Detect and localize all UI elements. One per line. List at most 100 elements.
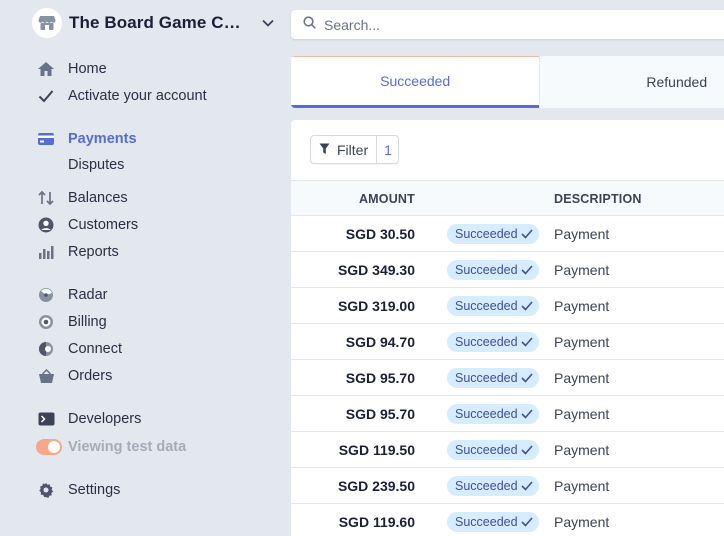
sidebar-item-label: Settings [68, 482, 121, 498]
sidebar-item-disputes[interactable]: Disputes [68, 154, 124, 176]
column-header-amount[interactable]: AMOUNT [359, 192, 415, 206]
description-cell: Payment [554, 334, 610, 350]
checkmark-icon [520, 229, 533, 239]
table-row[interactable]: SGD 319.00 Succeeded Payment [291, 288, 724, 324]
status-badge: Succeeded [447, 404, 539, 424]
sidebar-item-home[interactable]: Home [36, 58, 107, 80]
status-text: Succeeded [455, 263, 518, 277]
status-text: Succeeded [455, 443, 518, 457]
filter-button[interactable]: Filter 1 [310, 135, 399, 164]
status-text: Succeeded [455, 407, 518, 421]
tab-succeeded[interactable]: Succeeded [291, 56, 540, 108]
status-text: Succeeded [455, 371, 518, 385]
search-bar[interactable] [291, 10, 724, 39]
description-cell: Payment [554, 226, 610, 242]
status-text: Succeeded [455, 335, 518, 349]
amount-cell: SGD 119.60 [338, 514, 415, 530]
status-badge: Succeeded [447, 260, 539, 280]
table-row[interactable]: SGD 94.70 Succeeded Payment [291, 324, 724, 360]
sidebar-item-label: Billing [68, 314, 107, 330]
checkmark-icon [520, 409, 533, 419]
sidebar-item-settings[interactable]: Settings [36, 479, 120, 501]
sidebar-item-customers[interactable]: Customers [36, 214, 138, 236]
status-text: Succeeded [455, 479, 518, 493]
filter-icon [319, 142, 330, 158]
balances-icon [36, 189, 56, 207]
sidebar-item-label: Balances [68, 190, 128, 206]
table-row[interactable]: SGD 95.70 Succeeded Payment [291, 360, 724, 396]
checkmark-icon [36, 87, 56, 105]
store-icon [32, 8, 62, 38]
sidebar-item-billing[interactable]: Billing [36, 311, 107, 333]
sidebar-item-label: Radar [68, 287, 108, 303]
amount-cell: SGD 95.70 [345, 370, 415, 386]
amount-cell: SGD 95.70 [345, 406, 415, 422]
checkmark-icon [520, 481, 533, 491]
sidebar-item-orders[interactable]: Orders [36, 365, 112, 387]
sidebar-item-label: Disputes [68, 157, 125, 173]
sidebar: The Board Game Comp... Home Activate you… [0, 0, 291, 536]
payments-icon [36, 130, 56, 148]
table-row[interactable]: SGD 119.50 Succeeded Payment [291, 432, 724, 468]
search-icon [303, 15, 316, 34]
sidebar-item-label: Activate your account [68, 88, 207, 104]
sidebar-item-connect[interactable]: Connect [36, 338, 122, 360]
description-cell: Payment [554, 514, 610, 530]
billing-icon [36, 313, 56, 331]
sidebar-item-label: Customers [68, 217, 139, 233]
table-row[interactable]: SGD 239.50 Succeeded Payment [291, 468, 724, 504]
column-header-description[interactable]: DESCRIPTION [554, 192, 642, 206]
table-row[interactable]: SGD 30.50 Succeeded Payment [291, 216, 724, 252]
status-badge: Succeeded [447, 368, 539, 388]
sidebar-item-activate[interactable]: Activate your account [36, 85, 207, 107]
status-badge: Succeeded [447, 296, 539, 316]
checkmark-icon [520, 517, 533, 527]
sidebar-item-radar[interactable]: Radar [36, 284, 108, 306]
sidebar-item-balances[interactable]: Balances [36, 187, 128, 209]
account-name: The Board Game Comp... [69, 13, 251, 32]
test-data-toggle[interactable]: Viewing test data [36, 436, 186, 458]
checkmark-icon [520, 337, 533, 347]
connect-icon [36, 340, 56, 358]
filter-label: Filter [337, 141, 369, 158]
chevron-down-icon [261, 16, 275, 30]
toggle-label: Viewing test data [68, 439, 187, 455]
sidebar-item-payments[interactable]: Payments [36, 128, 137, 150]
account-switcher[interactable]: The Board Game Comp... [32, 8, 275, 38]
tab-refunded[interactable]: Refunded [539, 56, 724, 108]
description-cell: Payment [554, 370, 610, 386]
sidebar-item-developers[interactable]: Developers [36, 408, 141, 430]
radar-icon [36, 286, 56, 304]
table-row[interactable]: SGD 119.60 Succeeded Payment [291, 504, 724, 536]
amount-cell: SGD 349.30 [337, 262, 415, 278]
status-text: Succeeded [455, 227, 518, 241]
amount-cell: SGD 319.00 [337, 298, 415, 314]
amount-cell: SGD 239.50 [337, 478, 415, 494]
sidebar-item-label: Orders [68, 368, 113, 384]
sidebar-item-reports[interactable]: Reports [36, 241, 119, 263]
table-header: AMOUNT DESCRIPTION [291, 180, 724, 216]
sidebar-item-label: Reports [68, 244, 119, 260]
search-input[interactable] [324, 16, 704, 33]
description-cell: Payment [554, 298, 610, 314]
status-text: Succeeded [455, 515, 518, 529]
status-tabs: Succeeded Refunded [291, 56, 724, 108]
status-badge: Succeeded [447, 440, 539, 460]
checkmark-icon [520, 445, 533, 455]
reports-icon [36, 243, 56, 261]
status-badge: Succeeded [447, 512, 539, 532]
sidebar-item-label: Connect [68, 341, 123, 357]
amount-cell: SGD 30.50 [345, 226, 415, 242]
status-badge: Succeeded [447, 224, 539, 244]
terminal-icon [36, 410, 56, 428]
amount-cell: SGD 94.70 [345, 334, 415, 350]
checkmark-icon [520, 373, 533, 383]
payments-table: SGD 30.50 Succeeded Payment SGD 349.30 S… [291, 216, 724, 536]
payments-card: Filter 1 AMOUNT DESCRIPTION SGD 30.50 Su… [291, 120, 724, 536]
table-row[interactable]: SGD 95.70 Succeeded Payment [291, 396, 724, 432]
customer-icon [36, 216, 56, 234]
table-row[interactable]: SGD 349.30 Succeeded Payment [291, 252, 724, 288]
toggle-switch[interactable] [36, 439, 62, 455]
description-cell: Payment [554, 442, 610, 458]
sidebar-item-label: Payments [68, 131, 137, 147]
